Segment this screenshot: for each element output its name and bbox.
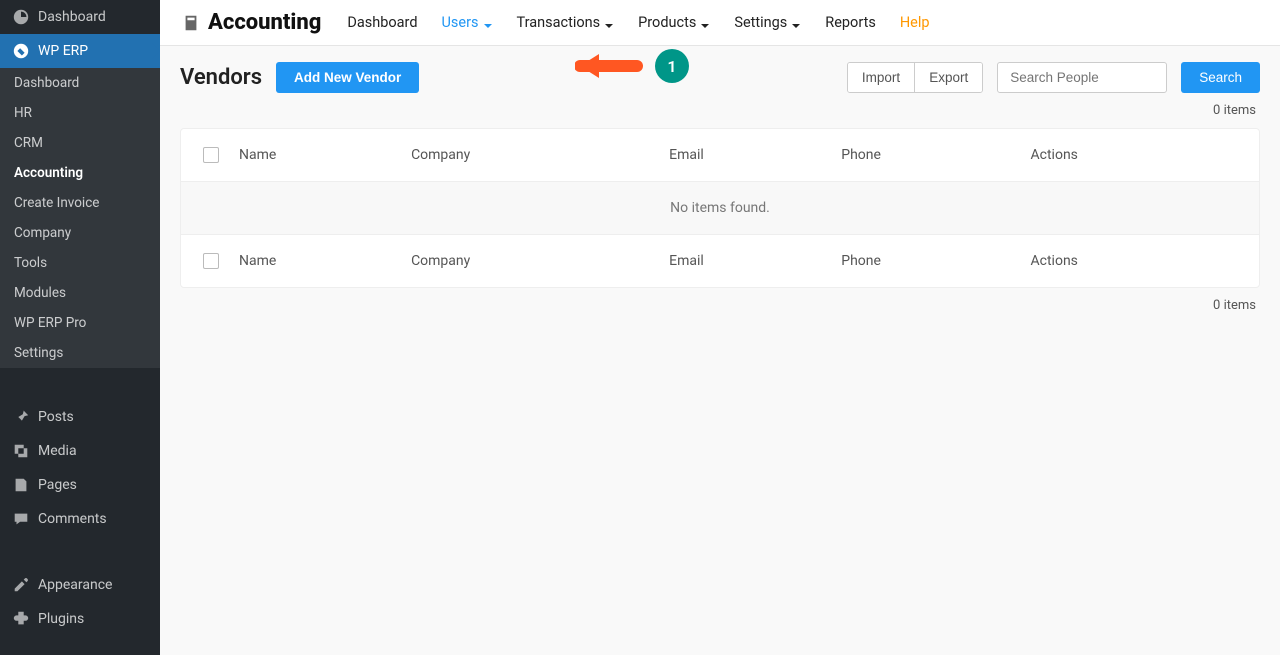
sidebar-sub-settings[interactable]: Settings	[0, 338, 160, 368]
sidebar-item-wperp[interactable]: WP ERP	[0, 34, 160, 68]
sidebar-label: Plugins	[38, 611, 84, 627]
comments-icon	[12, 510, 30, 528]
annotation-badge: 1	[655, 49, 689, 83]
sidebar-label: WP ERP	[38, 43, 88, 59]
column-footer-email: Email	[669, 253, 841, 269]
admin-sidebar: Dashboard WP ERP Dashboard HR CRM Accoun…	[0, 0, 160, 655]
sidebar-item-plugins[interactable]: Plugins	[0, 602, 160, 636]
page-title: Vendors	[180, 65, 262, 90]
column-header-name[interactable]: Name	[239, 147, 411, 163]
nav-products[interactable]: Products	[638, 14, 710, 31]
export-button[interactable]: Export	[915, 63, 982, 92]
table-header-row: Name Company Email Phone Actions	[181, 129, 1259, 181]
import-button[interactable]: Import	[848, 63, 915, 92]
column-header-phone[interactable]: Phone	[841, 147, 1030, 163]
sidebar-item-dashboard-top[interactable]: Dashboard	[0, 0, 160, 34]
pin-icon	[12, 408, 30, 426]
header-right-controls: Import Export Search	[847, 62, 1260, 93]
items-count-top: 0 items	[180, 93, 1260, 128]
sidebar-sub-tools[interactable]: Tools	[0, 248, 160, 278]
search-people-input[interactable]	[997, 62, 1167, 93]
chevron-down-icon	[700, 18, 710, 28]
sidebar-item-posts[interactable]: Posts	[0, 400, 160, 434]
column-footer-name: Name	[239, 253, 411, 269]
table-empty-message: No items found.	[181, 181, 1259, 235]
chevron-down-icon	[791, 18, 801, 28]
sidebar-sub-crm[interactable]: CRM	[0, 128, 160, 158]
page-body: Vendors Add New Vendor 1 Import Export	[160, 46, 1280, 655]
sidebar-label: Comments	[38, 511, 107, 527]
pages-icon	[12, 476, 30, 494]
nav-users[interactable]: Users	[442, 14, 493, 31]
media-icon	[12, 442, 30, 460]
annotation-arrow: 1	[575, 49, 689, 83]
nav-dashboard[interactable]: Dashboard	[347, 14, 417, 31]
main-content: Accounting Dashboard Users Transactions …	[160, 0, 1280, 655]
appearance-icon	[12, 576, 30, 594]
column-header-actions: Actions	[1031, 147, 1237, 163]
sidebar-sub-hr[interactable]: HR	[0, 98, 160, 128]
sidebar-label: Pages	[38, 477, 77, 493]
sidebar-item-comments[interactable]: Comments	[0, 502, 160, 536]
chevron-down-icon	[604, 18, 614, 28]
sidebar-label: Appearance	[38, 577, 112, 593]
plugins-icon	[12, 610, 30, 628]
table-footer-row: Name Company Email Phone Actions	[181, 235, 1259, 287]
sidebar-sub-wperp-pro[interactable]: WP ERP Pro	[0, 308, 160, 338]
app-title-text: Accounting	[208, 10, 321, 35]
search-button[interactable]: Search	[1181, 62, 1260, 93]
sidebar-sub-company[interactable]: Company	[0, 218, 160, 248]
items-count-bottom: 0 items	[180, 288, 1260, 323]
arrow-icon	[575, 49, 655, 83]
chevron-down-icon	[483, 18, 493, 28]
app-title: Accounting	[182, 10, 321, 35]
select-all-checkbox-bottom[interactable]	[203, 253, 219, 269]
dashboard-icon	[12, 8, 30, 26]
add-new-vendor-button[interactable]: Add New Vendor	[276, 62, 419, 93]
nav-help[interactable]: Help	[900, 14, 930, 31]
nav-settings[interactable]: Settings	[734, 14, 801, 31]
page-header: Vendors Add New Vendor 1 Import Export	[180, 62, 1260, 93]
column-footer-company: Company	[411, 253, 669, 269]
column-footer-phone: Phone	[841, 253, 1030, 269]
sidebar-sub-create-invoice[interactable]: Create Invoice	[0, 188, 160, 218]
sidebar-sub-dashboard[interactable]: Dashboard	[0, 68, 160, 98]
calculator-icon	[182, 14, 200, 32]
erp-icon	[12, 42, 30, 60]
top-nav: Dashboard Users Transactions Products Se…	[347, 14, 929, 31]
sidebar-item-appearance[interactable]: Appearance	[0, 568, 160, 602]
nav-transactions[interactable]: Transactions	[517, 14, 615, 31]
sidebar-item-pages[interactable]: Pages	[0, 468, 160, 502]
column-header-email[interactable]: Email	[669, 147, 841, 163]
vendors-table: Name Company Email Phone Actions No item…	[180, 128, 1260, 288]
sidebar-label: Dashboard	[38, 9, 106, 25]
select-all-checkbox-top[interactable]	[203, 147, 219, 163]
sidebar-sub-accounting[interactable]: Accounting	[0, 158, 160, 188]
import-export-group: Import Export	[847, 62, 983, 93]
nav-reports[interactable]: Reports	[825, 14, 876, 31]
topbar: Accounting Dashboard Users Transactions …	[160, 0, 1280, 46]
sidebar-sub-modules[interactable]: Modules	[0, 278, 160, 308]
sidebar-label: Posts	[38, 409, 74, 425]
sidebar-item-media[interactable]: Media	[0, 434, 160, 468]
column-header-company[interactable]: Company	[411, 147, 669, 163]
sidebar-label: Media	[38, 443, 77, 459]
column-footer-actions: Actions	[1031, 253, 1237, 269]
